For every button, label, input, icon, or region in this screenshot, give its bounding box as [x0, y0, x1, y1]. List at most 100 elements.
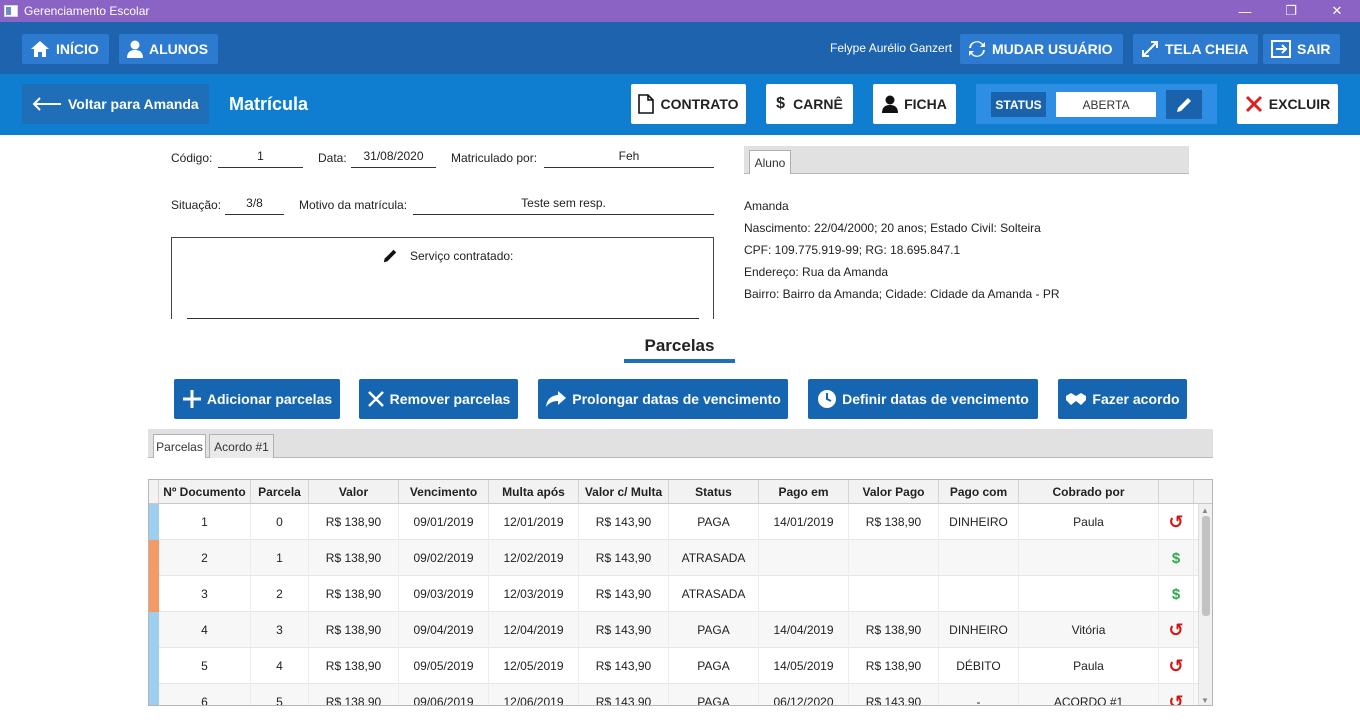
inicio-button[interactable]: INÍCIO [22, 34, 109, 64]
handshake-icon [1066, 393, 1087, 405]
fazer-acordo-button[interactable]: Fazer acordo [1058, 379, 1187, 419]
cell-vencimento: 09/05/2019 [399, 648, 489, 684]
cell-multa-apos: 12/03/2019 [489, 576, 579, 612]
table-row[interactable]: 2 1 R$ 138,90 09/02/2019 12/02/2019 R$ 143,90… [149, 540, 1199, 576]
column-valor-multa[interactable]: Valor c/ Multa [579, 480, 669, 504]
cell-parcela: 4 [251, 648, 309, 684]
table-scrollbar[interactable]: ▲ ▼ [1198, 504, 1212, 705]
minimize-button[interactable]: — [1222, 0, 1268, 22]
adicionar-parcelas-button[interactable]: Adicionar parcelas [174, 379, 340, 419]
cell-status: ATRASADA [669, 576, 759, 612]
parcelas-title-underline [624, 359, 735, 363]
situacao-label: Situação: [171, 198, 222, 212]
cell-valor-pago: R$ 138,90 [849, 648, 939, 684]
status-label: STATUS [991, 92, 1046, 117]
column-cobrado-por[interactable]: Cobrado por [1019, 480, 1159, 504]
scrollbar-thumb[interactable] [1202, 516, 1210, 616]
person-icon [882, 95, 899, 113]
undo-payment-icon[interactable]: ↺ [1159, 504, 1194, 540]
cell-pago-com [939, 540, 1019, 576]
remover-parcelas-button[interactable]: Remover parcelas [359, 379, 518, 419]
cell-doc: 1 [159, 504, 251, 540]
cell-status: PAGA [669, 612, 759, 648]
prolongar-datas-button[interactable]: Prolongar datas de vencimento [538, 379, 788, 419]
cell-valor-multa: R$ 143,90 [579, 576, 669, 612]
column-documento[interactable]: Nº Documento [159, 480, 251, 504]
cell-valor-pago [849, 576, 939, 612]
column-pago-em[interactable]: Pago em [759, 480, 849, 504]
motivo-field[interactable]: Teste sem resp. [413, 195, 714, 215]
column-valor-pago[interactable]: Valor Pago [849, 480, 939, 504]
scroll-up-arrow[interactable]: ▲ [1201, 506, 1209, 515]
column-parcela[interactable]: Parcela [251, 480, 309, 504]
matricula-toolbar: Voltar para Amanda Matrícula CONTRATO $ … [0, 74, 1360, 135]
cell-valor-multa: R$ 143,90 [579, 612, 669, 648]
definir-datas-button[interactable]: Definir datas de vencimento [808, 379, 1038, 419]
logout-icon [1271, 40, 1291, 58]
cell-multa-apos: 12/02/2019 [489, 540, 579, 576]
aluno-nome: Amanda [744, 199, 789, 213]
user-icon [127, 40, 143, 58]
cell-pago-em: 14/05/2019 [759, 648, 849, 684]
aluno-endereco: Endereço: Rua da Amanda [744, 265, 889, 279]
undo-payment-icon[interactable]: ↺ [1159, 612, 1194, 648]
column-vencimento[interactable]: Vencimento [399, 480, 489, 504]
table-row[interactable]: 1 0 R$ 138,90 09/01/2019 12/01/2019 R$ 143,90… [149, 504, 1199, 540]
x-icon [1245, 95, 1262, 113]
codigo-label: Código: [171, 151, 213, 165]
ficha-button[interactable]: FICHA [873, 84, 956, 124]
cell-status: ATRASADA [669, 540, 759, 576]
adicionar-parcelas-label: Adicionar parcelas [206, 391, 333, 407]
table-row[interactable]: 5 4 R$ 138,90 09/05/2019 12/05/2019 R$ 143,90… [149, 648, 1199, 684]
cell-cobrado-por [1019, 576, 1159, 612]
mudar-usuario-button[interactable]: MUDAR USUÁRIO [960, 34, 1123, 64]
maximize-button[interactable]: ❐ [1268, 0, 1314, 22]
pencil-icon [1177, 97, 1191, 112]
sair-button[interactable]: SAIR [1263, 34, 1341, 64]
scroll-down-arrow[interactable]: ▼ [1201, 696, 1209, 705]
close-button[interactable]: ✕ [1314, 0, 1360, 22]
parcelas-tabstrip: Parcelas Acordo #1 [148, 429, 1213, 458]
cell-parcela: 3 [251, 612, 309, 648]
tela-cheia-button[interactable]: TELA CHEIA [1133, 34, 1259, 64]
tab-acordo-1[interactable]: Acordo #1 [209, 434, 274, 458]
data-field[interactable]: 31/08/2020 [351, 148, 436, 168]
cell-multa-apos: 12/01/2019 [489, 504, 579, 540]
contrato-label: CONTRATO [660, 96, 739, 112]
servico-contratado-box[interactable]: Serviço contratado: [171, 237, 714, 319]
cell-pago-com: - [939, 684, 1019, 705]
pay-icon[interactable]: $ [1159, 576, 1194, 612]
tab-parcelas[interactable]: Parcelas [153, 434, 206, 458]
tab-aluno[interactable]: Aluno [749, 150, 791, 174]
back-button[interactable]: Voltar para Amanda [22, 84, 209, 124]
undo-payment-icon[interactable]: ↺ [1159, 648, 1194, 684]
cell-cobrado-por: Vitória [1019, 612, 1159, 648]
table-row[interactable]: 6 5 R$ 138,90 09/06/2019 12/06/2019 R$ 143,90… [149, 684, 1199, 705]
cell-vencimento: 09/01/2019 [399, 504, 489, 540]
clock-icon [818, 390, 837, 408]
codigo-field[interactable]: 1 [218, 148, 303, 168]
aluno-tabstrip: Aluno [744, 146, 1189, 174]
table-row[interactable]: 3 2 R$ 138,90 09/03/2019 12/03/2019 R$ 143,90… [149, 576, 1199, 612]
column-pago-com[interactable]: Pago com [939, 480, 1019, 504]
column-multa-apos[interactable]: Multa após [489, 480, 579, 504]
undo-payment-icon[interactable]: ↺ [1159, 684, 1194, 705]
data-label: Data: [318, 151, 347, 165]
column-status[interactable]: Status [669, 480, 759, 504]
excluir-button[interactable]: EXCLUIR [1237, 84, 1338, 124]
pay-icon[interactable]: $ [1159, 540, 1194, 576]
edit-status-button[interactable] [1166, 90, 1202, 119]
table-header: Nº Documento Parcela Valor Vencimento Mu… [149, 480, 1212, 504]
row-status-indicator [149, 576, 159, 612]
table-row[interactable]: 4 3 R$ 138,90 09/04/2019 12/04/2019 R$ 143,90… [149, 612, 1199, 648]
cell-pago-em: 14/04/2019 [759, 612, 849, 648]
column-valor[interactable]: Valor [309, 480, 399, 504]
contrato-button[interactable]: CONTRATO [631, 84, 746, 124]
alunos-button[interactable]: ALUNOS [119, 34, 219, 64]
cell-multa-apos: 12/05/2019 [489, 648, 579, 684]
carne-button[interactable]: $ CARNÊ [766, 84, 853, 124]
cell-doc: 2 [159, 540, 251, 576]
situacao-field[interactable]: 3/8 [225, 195, 284, 215]
matriculado-field[interactable]: Feh [544, 148, 714, 168]
cell-valor: R$ 138,90 [309, 504, 399, 540]
